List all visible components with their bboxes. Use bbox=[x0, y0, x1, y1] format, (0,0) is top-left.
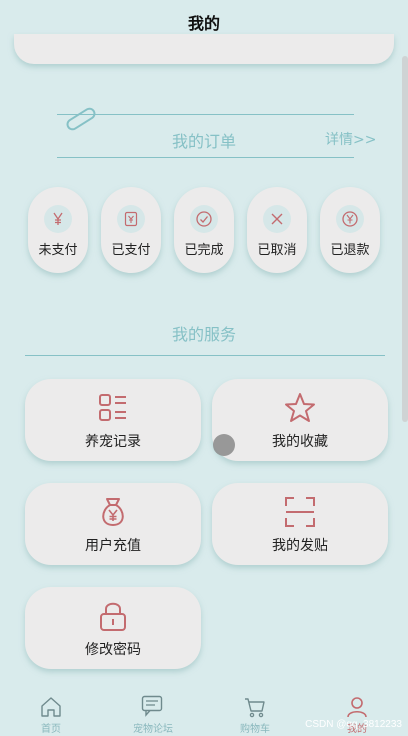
list-icon bbox=[99, 394, 126, 421]
order-paid-button[interactable]: 已支付 bbox=[101, 187, 161, 273]
tab-forum-label: 宠物论坛 bbox=[133, 724, 173, 735]
tab-cart[interactable]: 购物车 bbox=[204, 688, 306, 736]
service-favorites-button[interactable]: 我的收藏 bbox=[212, 379, 388, 461]
receipt-icon bbox=[117, 205, 145, 233]
close-icon bbox=[263, 205, 291, 233]
service-recharge-label: 用户充值 bbox=[85, 538, 141, 554]
chat-icon bbox=[141, 695, 163, 717]
orders-divider-bottom bbox=[57, 157, 354, 158]
profile-card bbox=[14, 34, 394, 64]
order-refunded-label: 已退款 bbox=[330, 243, 370, 258]
scan-icon bbox=[285, 497, 315, 527]
service-change-password-button[interactable]: 修改密码 bbox=[25, 587, 201, 669]
watermark: CSDN @qq_3812233 bbox=[305, 719, 402, 730]
order-paid-label: 已支付 bbox=[111, 243, 151, 258]
service-change-password-label: 修改密码 bbox=[85, 642, 141, 658]
services-title: 我的服务 bbox=[171, 325, 236, 344]
cart-icon bbox=[245, 698, 265, 718]
page-title: 我的 bbox=[187, 14, 220, 33]
order-completed-label: 已完成 bbox=[184, 243, 224, 258]
service-recharge-button[interactable]: 用户充值 bbox=[25, 483, 201, 565]
tab-forum[interactable]: 宠物论坛 bbox=[102, 688, 204, 736]
order-unpaid-button[interactable]: 未支付 bbox=[28, 187, 88, 273]
star-icon bbox=[285, 393, 315, 422]
tab-cart-label: 购物车 bbox=[240, 724, 270, 735]
services-divider bbox=[25, 355, 385, 356]
order-completed-button[interactable]: 已完成 bbox=[174, 187, 234, 273]
home-icon bbox=[41, 697, 61, 717]
orders-divider-top bbox=[57, 114, 354, 115]
service-my-posts-label: 我的发贴 bbox=[272, 538, 328, 554]
touch-cursor bbox=[213, 434, 235, 456]
order-cancelled-button[interactable]: 已取消 bbox=[247, 187, 307, 273]
service-pet-records-button[interactable]: 养宠记录 bbox=[25, 379, 201, 461]
orders-header: 我的订单 详情>> bbox=[0, 100, 408, 170]
service-my-posts-button[interactable]: 我的发贴 bbox=[212, 483, 388, 565]
order-cancelled-label: 已取消 bbox=[257, 243, 297, 258]
service-favorites-label: 我的收藏 bbox=[272, 434, 328, 450]
order-refunded-button[interactable]: 已退款 bbox=[320, 187, 380, 273]
yen-circle-icon bbox=[336, 205, 364, 233]
service-pet-records-label: 养宠记录 bbox=[85, 434, 141, 450]
order-unpaid-label: 未支付 bbox=[38, 243, 78, 258]
money-bag-icon bbox=[102, 498, 124, 527]
lock-icon bbox=[100, 602, 126, 631]
tab-home-label: 首页 bbox=[41, 724, 61, 735]
check-circle-icon bbox=[190, 205, 218, 233]
orders-detail-link[interactable]: 详情>> bbox=[325, 129, 376, 149]
tab-home[interactable]: 首页 bbox=[0, 688, 102, 736]
user-icon bbox=[347, 697, 367, 718]
yen-icon bbox=[44, 205, 72, 233]
